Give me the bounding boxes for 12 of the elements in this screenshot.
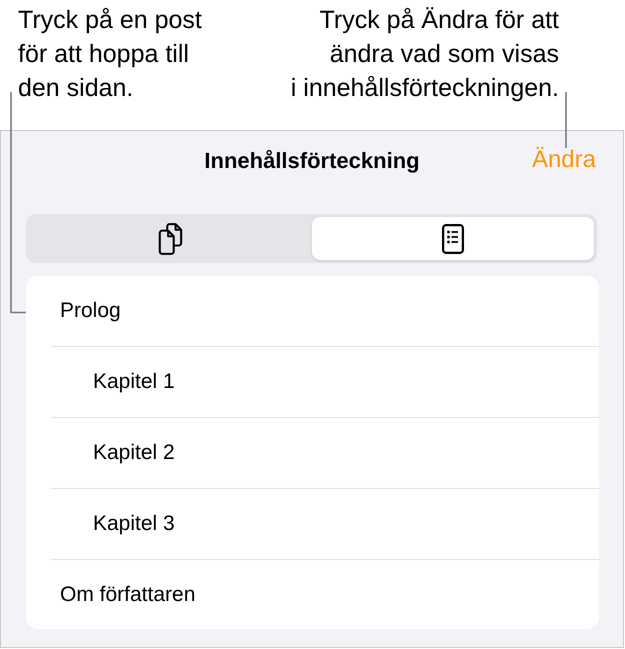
contents-entry[interactable]: Om författaren bbox=[26, 560, 599, 629]
segment-tab[interactable] bbox=[312, 217, 594, 260]
callout-text: Tryck på Ändra för att ändra vad som visas i innehållsförteckningen. bbox=[290, 5, 559, 104]
callout-text: Tryck på en post för att hoppa till den sidan. bbox=[18, 5, 202, 104]
pages-icon bbox=[157, 222, 184, 254]
list-icon bbox=[442, 224, 464, 254]
leader-line bbox=[565, 92, 567, 148]
contents-entry[interactable]: Kapitel 1 bbox=[26, 347, 599, 417]
panel-title: Innehållsförteckning bbox=[204, 146, 420, 175]
contents-entry[interactable]: Prolog bbox=[26, 276, 599, 346]
contents-entry[interactable]: Kapitel 2 bbox=[26, 418, 599, 488]
contents-entry[interactable]: Kapitel 3 bbox=[26, 489, 599, 559]
